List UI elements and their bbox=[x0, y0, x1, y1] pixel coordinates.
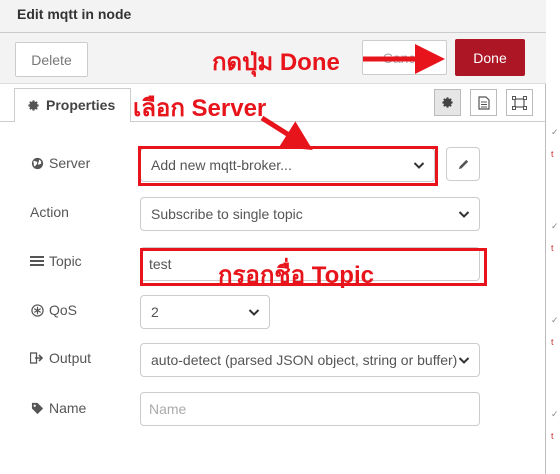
edge-mark: t bbox=[551, 431, 554, 441]
edge-mark: t bbox=[551, 243, 554, 253]
workspace-edge: ✓ t ✓ t ✓ t ✓ t bbox=[547, 0, 560, 474]
arrow-to-server bbox=[260, 115, 313, 151]
edge-mark: t bbox=[551, 337, 554, 347]
edge-mark: ✓ bbox=[551, 221, 559, 231]
edge-mark: ✓ bbox=[551, 409, 559, 419]
node-edit-tray: Edit mqtt in node Delete Cancel Done Pro… bbox=[0, 0, 546, 474]
edge-mark: ✓ bbox=[551, 315, 559, 325]
annotation-arrows bbox=[260, 44, 445, 151]
edge-mark: ✓ bbox=[551, 127, 559, 137]
edge-mark: t bbox=[551, 149, 554, 159]
